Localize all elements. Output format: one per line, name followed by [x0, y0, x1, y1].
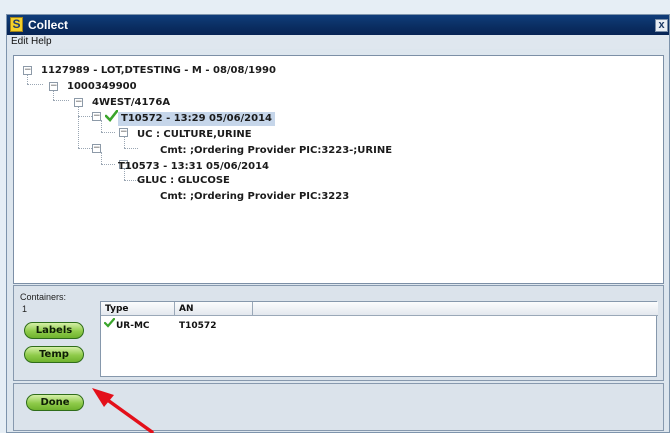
annotation-arrow [92, 388, 154, 433]
